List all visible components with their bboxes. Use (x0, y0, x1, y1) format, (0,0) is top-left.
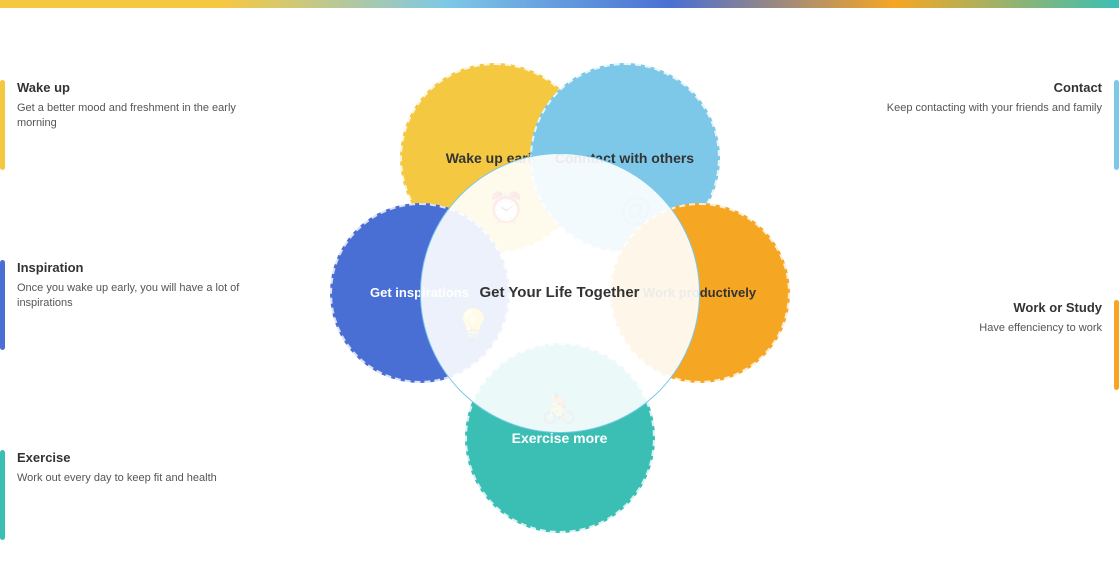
inspiration-bar (0, 260, 5, 350)
inspiration-content: Inspiration Once you wake up early, you … (17, 260, 260, 312)
left-item-exercise: Exercise Work out every day to keep fit … (0, 450, 217, 540)
inspiration-title: Inspiration (17, 260, 260, 275)
inspiration-desc: Once you wake up early, you will have a … (17, 281, 260, 312)
contact-desc: Keep contacting with your friends and fa… (887, 101, 1102, 116)
center-title: Get Your Life Together (459, 283, 659, 303)
diagram: Wake up earily Conntact with others Get … (310, 43, 810, 543)
top-border (0, 0, 1119, 8)
wakeup-bar (0, 80, 5, 170)
work-bar (1114, 300, 1119, 390)
work-content: Work or Study Have effenciency to work (979, 300, 1102, 336)
wakeup-content: Wake up Get a better mood and freshment … (17, 80, 260, 132)
contact-title: Contact (887, 80, 1102, 95)
wakeup-desc: Get a better mood and freshment in the e… (17, 101, 260, 132)
right-item-work: Work or Study Have effenciency to work (979, 300, 1119, 390)
exercise-desc: Work out every day to keep fit and healt… (17, 471, 217, 486)
exercise-content: Exercise Work out every day to keep fit … (17, 450, 217, 486)
wakeup-title: Wake up (17, 80, 260, 95)
left-item-wakeup: Wake up Get a better mood and freshment … (0, 80, 260, 170)
circle-center: Get Your Life Together (420, 153, 700, 433)
right-item-contact: Contact Keep contacting with your friend… (887, 80, 1119, 170)
left-item-inspiration: Inspiration Once you wake up early, you … (0, 260, 260, 350)
contact-bar (1114, 80, 1119, 170)
exercise-bar (0, 450, 5, 540)
page: Wake up Get a better mood and freshment … (0, 0, 1119, 585)
work-desc: Have effenciency to work (979, 321, 1102, 336)
contact-content: Contact Keep contacting with your friend… (887, 80, 1102, 116)
work-title: Work or Study (979, 300, 1102, 315)
exercise-title: Exercise (17, 450, 217, 465)
